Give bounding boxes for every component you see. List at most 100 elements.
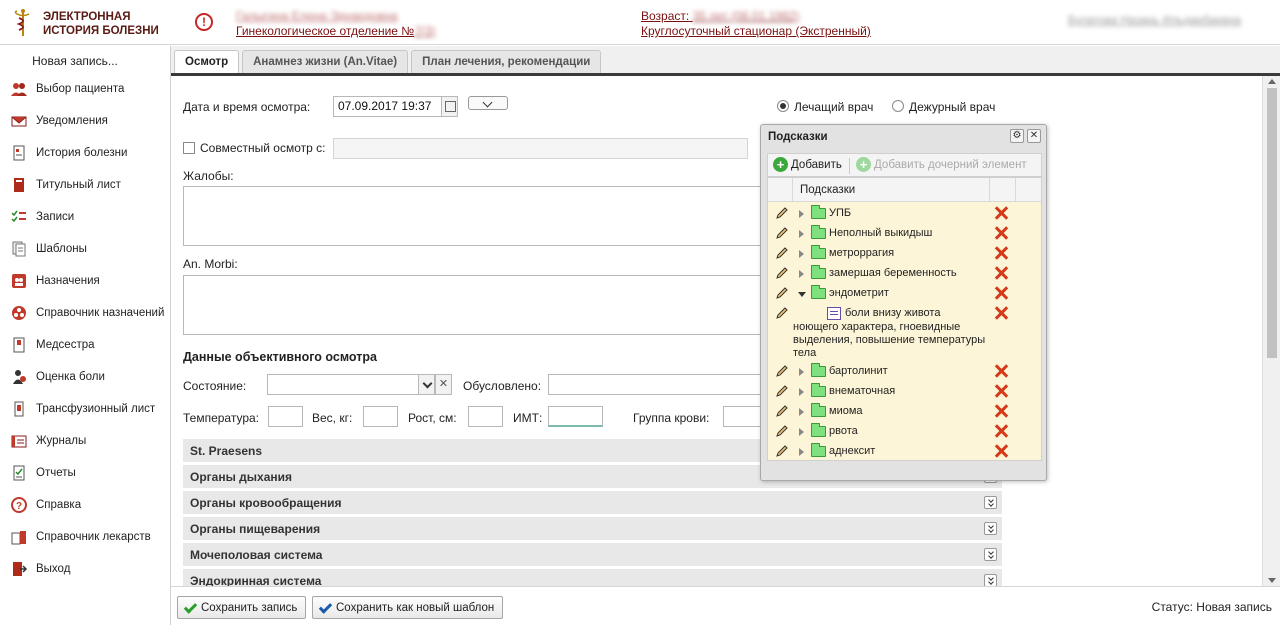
hint-row-expanded[interactable]: эндометрит	[768, 284, 1041, 304]
tab-life-anamnesis[interactable]: Анамнез жизни (An.Vitae)	[242, 50, 409, 74]
hint-row[interactable]: аднексит	[768, 442, 1041, 462]
sidebar-item-exit[interactable]: Выход	[10, 556, 168, 582]
expand-arrow-icon[interactable]	[799, 408, 804, 416]
sidebar-item-reports[interactable]: Отчеты	[10, 460, 168, 486]
alert-icon[interactable]: !	[195, 13, 213, 31]
delete-icon[interactable]	[994, 226, 1008, 240]
expand-arrow-icon[interactable]	[799, 448, 804, 456]
section-circulatory[interactable]: Органы кровообращения	[183, 490, 1002, 514]
sidebar-item-drug-directory[interactable]: Справочник лекарств	[10, 524, 168, 550]
hint-row[interactable]: бартолинит	[768, 362, 1041, 382]
delete-icon[interactable]	[994, 404, 1008, 418]
temperature-field[interactable]	[268, 406, 303, 427]
duty-doctor-radio[interactable]	[892, 100, 904, 112]
sidebar-item-title-page[interactable]: Титульный лист	[10, 172, 168, 198]
hint-row[interactable]: рвота	[768, 422, 1041, 442]
add-hint-button[interactable]: + Добавить	[773, 157, 842, 172]
sidebar-item-transfusion[interactable]: Трансфузионный лист	[10, 396, 168, 422]
expand-icon[interactable]	[984, 522, 997, 535]
clear-icon[interactable]: ✕	[435, 374, 452, 395]
weight-field[interactable]	[363, 406, 398, 427]
department-link[interactable]: Гинекологическое отделение №7(3)	[236, 24, 436, 38]
expand-icon[interactable]	[984, 496, 997, 509]
delete-icon[interactable]	[994, 424, 1008, 438]
doctor-name-link[interactable]: Булатова Назарь Ильдарбаевна	[1068, 15, 1241, 27]
edit-icon[interactable]	[775, 404, 789, 418]
expand-arrow-icon[interactable]	[799, 270, 804, 278]
section-digestive[interactable]: Органы пищеварения	[183, 516, 1002, 540]
hint-row[interactable]: Неполный выкидыш	[768, 224, 1041, 244]
expand-arrow-icon[interactable]	[799, 210, 804, 218]
delete-icon[interactable]	[994, 246, 1008, 260]
sidebar-item-prescription-directory[interactable]: Справочник назначений	[10, 300, 168, 326]
sidebar-item-journals[interactable]: Журналы	[10, 428, 168, 454]
chevron-down-icon[interactable]	[418, 375, 434, 394]
section-endocrine[interactable]: Эндокринная система	[183, 568, 1002, 586]
edit-icon[interactable]	[775, 444, 789, 458]
hint-row[interactable]: миома	[768, 402, 1041, 422]
sidebar-item-help[interactable]: ? Справка	[10, 492, 168, 518]
delete-icon[interactable]	[994, 306, 1008, 320]
expand-arrow-icon[interactable]	[799, 230, 804, 238]
anmorbi-textarea[interactable]	[183, 275, 763, 335]
calendar-icon[interactable]	[441, 97, 457, 116]
sidebar-item-medical-history[interactable]: История болезни	[10, 140, 168, 166]
edit-icon[interactable]	[775, 286, 789, 300]
expand-arrow-icon[interactable]	[799, 368, 804, 376]
stay-type-link[interactable]: Круглосуточный стационар (Экстренный)	[641, 24, 871, 38]
hint-row-leaf[interactable]: боли внизу живота ноющего характера, гно…	[768, 304, 1041, 360]
edit-icon[interactable]	[775, 364, 789, 378]
new-record-link[interactable]: Новая запись...	[0, 54, 150, 68]
bmi-field[interactable]	[548, 406, 603, 427]
save-as-template-button[interactable]: Сохранить как новый шаблон	[312, 596, 504, 619]
settings-icon[interactable]: ⚙	[1010, 129, 1024, 143]
edit-icon[interactable]	[775, 206, 789, 220]
app-logo[interactable]: ЭЛЕКТРОННАЯ ИСТОРИЯ БОЛЕЗНИ	[10, 8, 170, 40]
expand-icon[interactable]	[984, 548, 997, 561]
expand-arrow-icon[interactable]	[799, 250, 804, 258]
attending-doctor-radio[interactable]	[777, 100, 789, 112]
delete-icon[interactable]	[994, 364, 1008, 378]
datetime-field[interactable]: 07.09.2017 19:37	[333, 96, 458, 117]
sidebar-item-patient-select[interactable]: Выбор пациента	[10, 76, 168, 102]
edit-icon[interactable]	[775, 306, 789, 320]
collapse-arrow-icon[interactable]	[798, 292, 806, 297]
hint-row[interactable]: внематочная	[768, 382, 1041, 402]
hint-row[interactable]: метроррагия	[768, 244, 1041, 264]
delete-icon[interactable]	[994, 266, 1008, 280]
edit-icon[interactable]	[775, 266, 789, 280]
close-icon[interactable]: ✕	[1027, 129, 1041, 143]
complaints-textarea[interactable]	[183, 186, 763, 246]
add-child-button[interactable]: + Добавить дочерний элемент	[856, 157, 1027, 172]
sidebar-item-notifications[interactable]: Уведомления	[10, 108, 168, 134]
hint-row[interactable]: замершая беременность	[768, 264, 1041, 284]
expand-arrow-icon[interactable]	[799, 388, 804, 396]
age-link[interactable]: Возраст: 35 лет (06.01.1982)	[641, 9, 799, 23]
delete-icon[interactable]	[994, 444, 1008, 458]
joint-exam-checkbox[interactable]	[183, 142, 195, 154]
sidebar-item-prescriptions[interactable]: Назначения	[10, 268, 168, 294]
caused-field[interactable]	[548, 374, 763, 395]
edit-icon[interactable]	[775, 246, 789, 260]
blood-group-field[interactable]	[723, 406, 763, 427]
edit-icon[interactable]	[775, 226, 789, 240]
expand-arrow-icon[interactable]	[799, 428, 804, 436]
section-urogenital[interactable]: Мочеполовая система	[183, 542, 1002, 566]
height-field[interactable]	[468, 406, 503, 427]
state-combobox[interactable]	[267, 374, 435, 395]
save-button[interactable]: Сохранить запись	[177, 596, 307, 619]
edit-icon[interactable]	[775, 384, 789, 398]
delete-icon[interactable]	[994, 206, 1008, 220]
delete-icon[interactable]	[994, 384, 1008, 398]
hint-row[interactable]: УПБ	[768, 204, 1041, 224]
scroll-down-icon[interactable]	[1268, 578, 1276, 583]
vertical-scrollbar[interactable]	[1262, 76, 1280, 586]
sidebar-item-templates[interactable]: Шаблоны	[10, 236, 168, 262]
datetime-dropdown-button[interactable]	[468, 96, 508, 110]
expand-icon[interactable]	[984, 574, 997, 586]
tab-treatment-plan[interactable]: План лечения, рекомендации	[411, 50, 602, 74]
sidebar-item-nurse[interactable]: Медсестра	[10, 332, 168, 358]
sidebar-item-records[interactable]: Записи	[10, 204, 168, 230]
patient-name-link[interactable]: Галыгина Елена Эдуардовна	[236, 9, 398, 23]
edit-icon[interactable]	[775, 424, 789, 438]
